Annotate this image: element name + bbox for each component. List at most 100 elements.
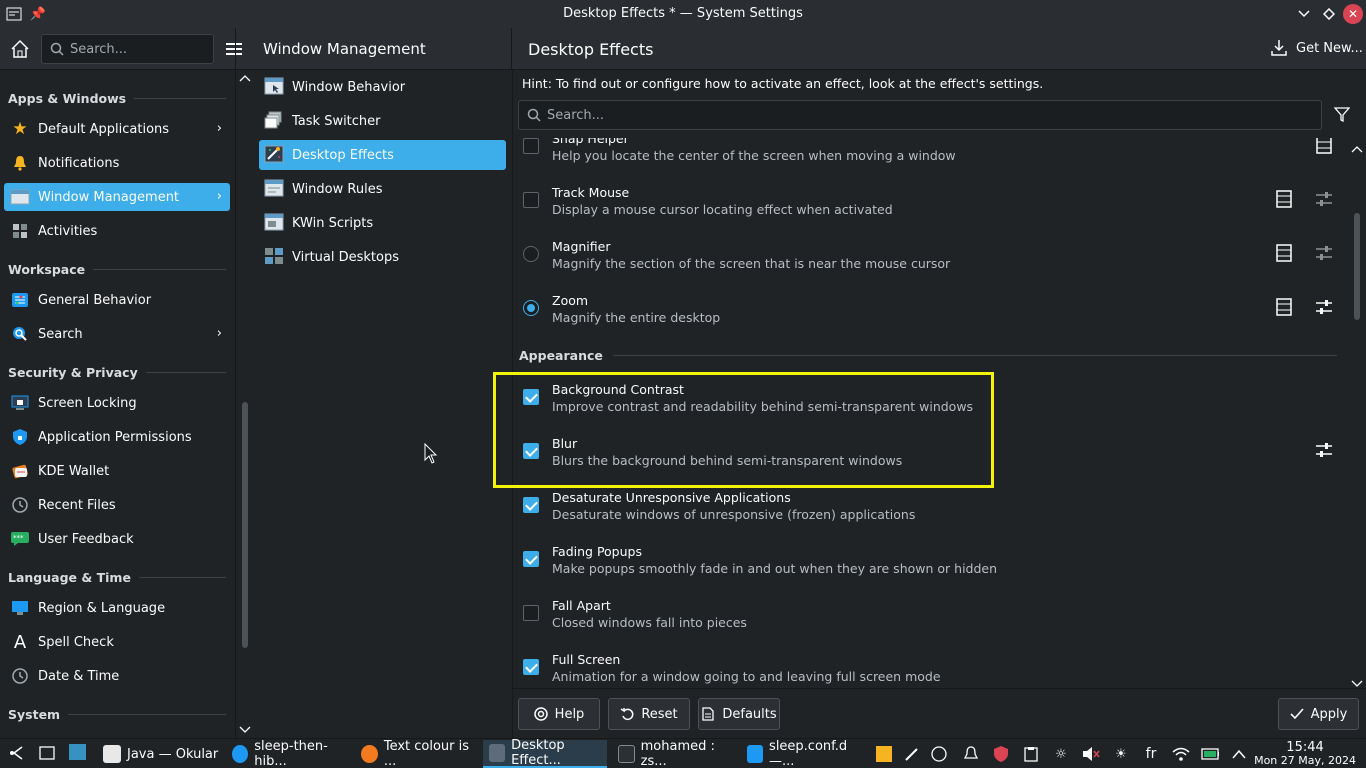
sidebar-item-recent-files[interactable]: Recent Files [4,491,230,519]
defaults-button[interactable]: Defaults [698,698,780,730]
effect-row-full-screen[interactable]: Full Screen Animation for a window going… [513,649,1343,688]
configure-icon[interactable] [1315,244,1333,266]
effect-row-track-mouse[interactable]: Track Mouse Display a mouse cursor locat… [513,182,1343,236]
svg-text:***: *** [13,534,24,542]
submenu-item-virtual-desktops[interactable]: Virtual Desktops [259,242,506,272]
submenu-item-task-switcher[interactable]: Task Switcher [259,106,506,136]
show-desktop-icon[interactable] [38,744,56,762]
effect-row-magnifier[interactable]: Magnifier Magnify the section of the scr… [513,236,1343,290]
video-preview-icon[interactable] [1275,298,1293,320]
security-shield-icon[interactable] [992,745,1010,763]
category-security-privacy: Security & Privacy [8,365,226,380]
sidebar-item-kde-wallet[interactable]: KDE Wallet [4,457,230,485]
scroll-up-icon[interactable] [239,72,251,85]
battery-icon[interactable] [1201,745,1219,763]
sidebar-item-spell-check[interactable]: A Spell Check [4,628,230,656]
keyboard-layout-indicator[interactable]: fr [1142,745,1160,763]
clock[interactable]: 15:44 Mon 27 May, 2024 [1254,741,1356,767]
video-preview-icon[interactable] [1275,244,1293,266]
clock-icon [10,495,30,515]
task-sleep-conf[interactable]: sleep.conf.d —... [741,739,865,768]
sidebar-search-input[interactable]: Search... [41,34,214,64]
sidebar-item-region-language[interactable]: Region & Language [4,594,230,622]
close-button[interactable]: ✕ [1343,4,1363,24]
effect-checkbox[interactable] [523,497,539,513]
effect-checkbox[interactable] [523,605,539,621]
effect-radio[interactable] [523,300,539,316]
highlight-annotation [493,372,994,488]
home-icon[interactable] [10,39,30,63]
desktop-effects-panel: Hint: To find out or configure how to ac… [493,70,1366,738]
application-launcher-icon[interactable] [7,744,25,762]
section-title: Window Management [263,40,426,58]
effect-radio[interactable] [523,246,539,262]
task-switcher-icon [264,111,284,131]
color-picker-icon[interactable] [903,745,921,763]
submenu-item-window-rules[interactable]: Window Rules [259,174,506,204]
search-icon [10,324,30,344]
submenu-item-desktop-effects[interactable]: Desktop Effects [259,140,506,170]
effect-row-snap-helper[interactable]: Snap Helper Help you locate the center o… [513,138,1343,182]
sidebar-item-date-time[interactable]: Date & Time [4,662,230,690]
video-preview-icon[interactable] [1275,190,1293,212]
configure-icon[interactable] [1315,298,1333,320]
sidebar-item-general-behavior[interactable]: General Behavior [4,286,230,314]
chevron-right-icon: › [216,189,222,204]
task-terminal[interactable]: mohamed : zs... [612,739,736,768]
effect-row-zoom[interactable]: Zoom Magnify the entire desktop [513,290,1343,344]
circle-icon[interactable] [930,745,948,763]
effects-search-input[interactable]: Search... [518,100,1322,130]
volume-muted-icon[interactable] [1082,745,1100,763]
sidebar-item-user-feedback[interactable]: *** User Feedback [4,525,230,553]
hamburger-menu-icon[interactable] [225,41,243,61]
effects-scrollbar-thumb[interactable] [1354,213,1360,320]
pager-icon[interactable] [68,743,86,761]
video-preview-icon[interactable] [1315,138,1333,158]
notifications-tray-icon[interactable] [962,745,980,763]
effect-row-fading-popups[interactable]: Fading Popups Make popups smoothly fade … [513,541,1343,595]
apply-button[interactable]: Apply [1278,698,1359,730]
button-bar: Help Reset Defaults Apply [513,688,1366,738]
effect-row-fall-apart[interactable]: Fall Apart Closed windows fall into piec… [513,595,1343,649]
category-workspace: Workspace [8,262,226,277]
submenu-item-kwin-scripts[interactable]: KWin Scripts [259,208,506,238]
minimize-button[interactable] [1294,4,1314,24]
effect-checkbox[interactable] [523,551,539,567]
maximize-button[interactable] [1319,4,1339,24]
filter-icon[interactable] [1333,106,1351,126]
sidebar-item-notifications[interactable]: Notifications [4,149,230,177]
sidebar-item-default-applications[interactable]: ★ Default Applications › [4,115,230,143]
effect-checkbox[interactable] [523,192,539,208]
hint-text: Hint: To find out or configure how to ac… [522,76,1044,91]
sidebar-scrollbar-thumb[interactable] [242,402,248,648]
task-okular[interactable]: Java — Okular [97,740,221,768]
sidebar-item-search[interactable]: Search › [4,320,230,348]
expand-tray-icon[interactable] [1230,745,1248,763]
effect-checkbox[interactable] [523,138,539,154]
sidebar-item-screen-locking[interactable]: Screen Locking [4,389,230,417]
reset-button[interactable]: Reset [608,698,690,730]
chevron-right-icon: › [216,326,222,341]
effect-row-desaturate-unresponsive[interactable]: Desaturate Unresponsive Applications Des… [513,487,1343,541]
night-color-icon[interactable]: ☀ [1112,745,1130,763]
sidebar-item-application-permissions[interactable]: Application Permissions [4,423,230,451]
clipboard-icon[interactable] [1022,745,1040,763]
help-button[interactable]: Help [518,698,600,730]
configure-icon[interactable] [1315,190,1333,212]
sidebar-item-activities[interactable]: Activities [4,217,230,245]
scroll-up-icon[interactable] [1351,142,1363,157]
star-icon: ★ [12,119,28,139]
task-desktop-effects[interactable]: Desktop Effect... [483,738,607,768]
task-firefox[interactable]: Text colour is ... [355,739,479,768]
effect-checkbox[interactable] [523,659,539,675]
brightness-icon[interactable]: ☼ [1052,745,1070,763]
sidebar-item-window-management[interactable]: Window Management › [4,183,230,211]
configure-icon[interactable] [1315,441,1333,463]
submenu-item-window-behavior[interactable]: Window Behavior [259,72,506,102]
get-new-button[interactable]: Get New... [1270,39,1363,57]
task-sleep-then-hibernate[interactable]: sleep-then-hib... [226,739,350,768]
notes-icon[interactable] [875,745,893,763]
scroll-down-icon[interactable] [239,723,251,738]
screen-lock-icon [10,393,30,413]
wifi-icon[interactable] [1172,745,1190,763]
